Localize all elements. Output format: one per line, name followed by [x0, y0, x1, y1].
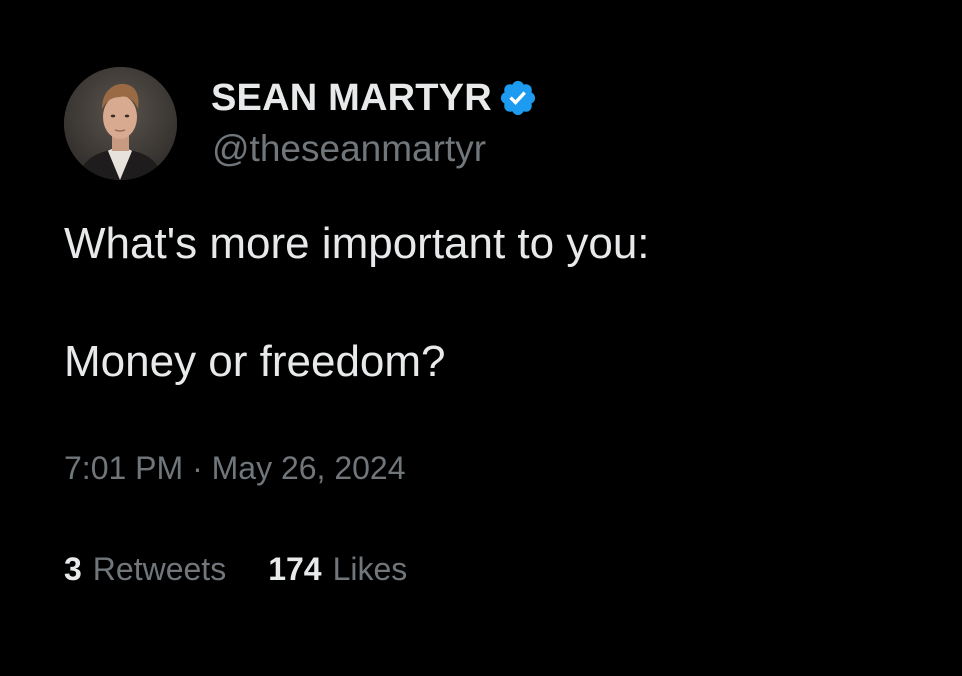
tweet-card: SEAN MARTYR @theseanmartyr What's more i… — [0, 0, 962, 676]
tweet-date[interactable]: May 26, 2024 — [212, 450, 406, 486]
timestamp-separator: · — [192, 450, 203, 486]
retweets-stat[interactable]: 3 Retweets — [64, 551, 226, 588]
tweet-text-line-1: What's more important to you: — [64, 219, 650, 268]
avatar[interactable] — [64, 67, 177, 180]
profile-photo-icon — [64, 67, 177, 180]
tweet-stats: 3 Retweets 174 Likes — [64, 551, 407, 588]
verified-badge-icon — [500, 80, 535, 116]
likes-count: 174 — [268, 551, 322, 587]
tweet-text-line-2: Money or freedom? — [64, 337, 446, 386]
tweet-timestamp[interactable]: 7:01 PM · May 26, 2024 — [64, 450, 406, 487]
author-handle[interactable]: @theseanmartyr — [212, 128, 486, 170]
display-name[interactable]: SEAN MARTYR — [211, 77, 492, 120]
likes-stat[interactable]: 174 Likes — [268, 551, 407, 588]
author-name-row[interactable]: SEAN MARTYR — [211, 76, 538, 120]
tweet-time[interactable]: 7:01 PM — [64, 450, 183, 486]
likes-label: Likes — [332, 551, 408, 587]
retweets-count: 3 — [64, 551, 82, 587]
retweets-label: Retweets — [92, 551, 227, 587]
